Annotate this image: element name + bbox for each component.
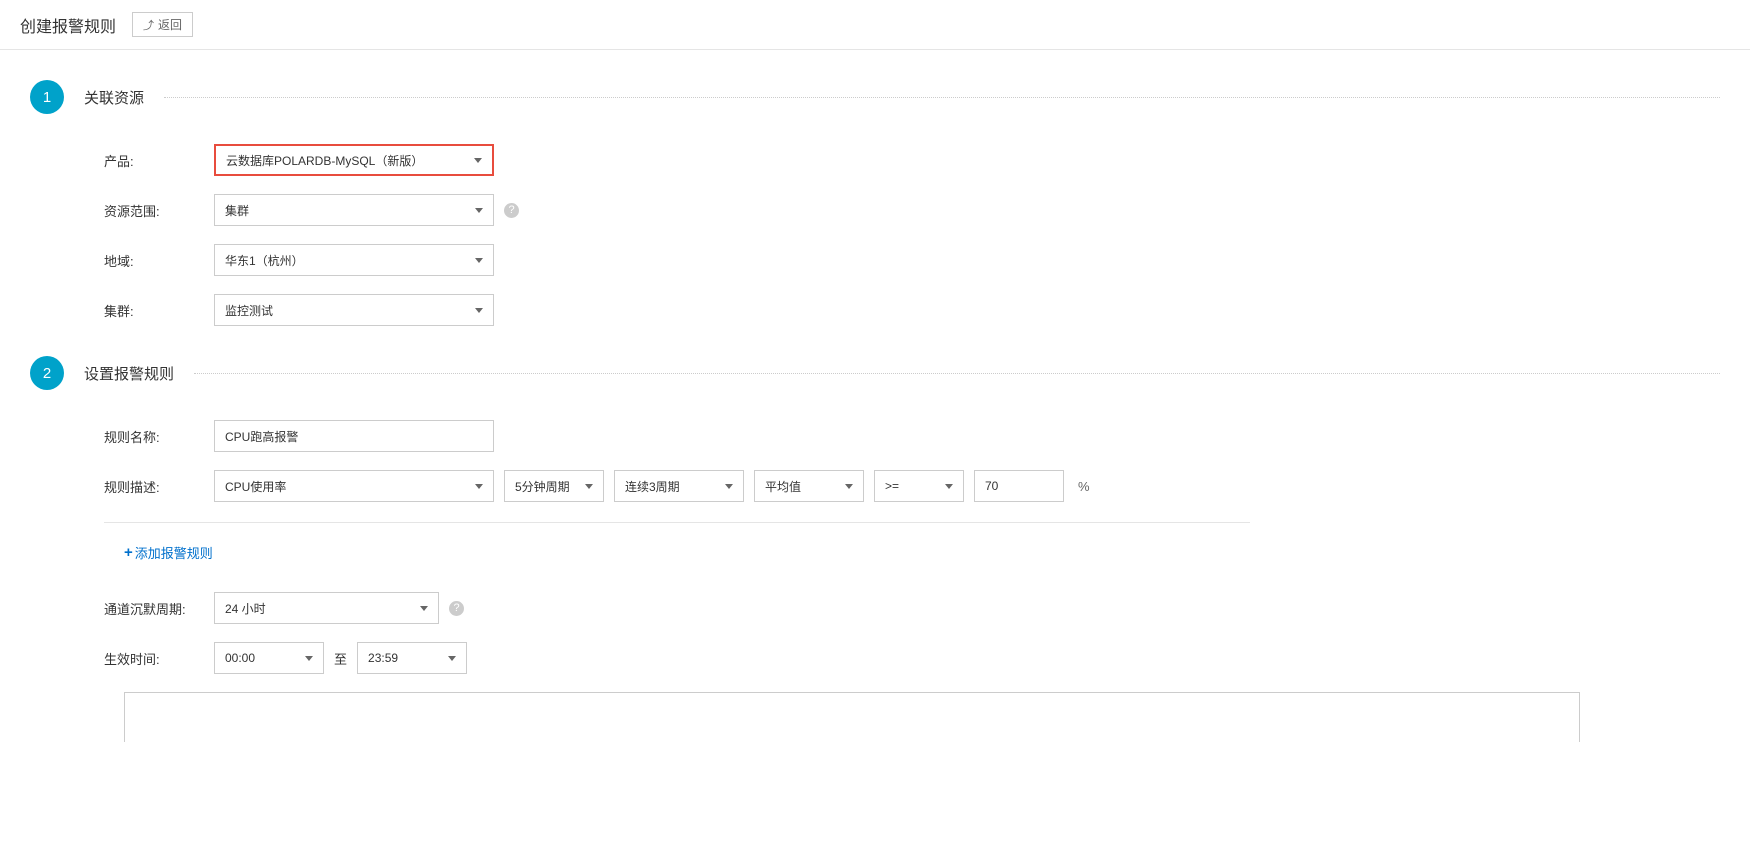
back-label: 返回 — [158, 16, 182, 33]
input-threshold[interactable] — [974, 470, 1064, 502]
chevron-down-icon — [725, 484, 733, 489]
back-arrow-icon: ⤴ — [143, 17, 154, 33]
select-stat[interactable]: 平均值 — [754, 470, 864, 502]
percent-label: % — [1078, 479, 1090, 494]
add-rule-label: 添加报警规则 — [135, 543, 213, 562]
select-operator[interactable]: >= — [874, 470, 964, 502]
chevron-down-icon — [305, 656, 313, 661]
chevron-down-icon — [475, 308, 483, 313]
select-stat-value: 平均值 — [765, 478, 801, 495]
add-rule-button[interactable]: + 添加报警规则 — [50, 543, 213, 562]
divider-line — [104, 522, 1250, 523]
page-title: 创建报警规则 — [20, 13, 116, 37]
select-region-value: 华东1（杭州） — [225, 252, 304, 269]
select-period[interactable]: 5分钟周期 — [504, 470, 604, 502]
label-rule-name: 规则名称: — [104, 427, 214, 446]
chevron-down-icon — [475, 484, 483, 489]
row-rule-desc: 规则描述: CPU使用率 5分钟周期 连续3周期 平均值 — [30, 470, 1720, 502]
divider-dotted — [164, 97, 1720, 98]
chevron-down-icon — [945, 484, 953, 489]
divider-dotted — [194, 373, 1720, 374]
chevron-down-icon — [475, 258, 483, 263]
select-time-end-value: 23:59 — [368, 651, 398, 665]
select-product-value: 云数据库POLARDB-MySQL（新版） — [226, 152, 423, 169]
content-area: 1 关联资源 产品: 云数据库POLARDB-MySQL（新版） 资源范围: 集… — [0, 50, 1750, 742]
select-scope[interactable]: 集群 — [214, 194, 494, 226]
label-silence: 通道沉默周期: — [104, 599, 214, 618]
section-header-1: 1 关联资源 — [30, 80, 1720, 114]
chevron-down-icon — [420, 606, 428, 611]
select-time-start[interactable]: 00:00 — [214, 642, 324, 674]
help-icon[interactable]: ? — [449, 601, 464, 616]
section-resource: 1 关联资源 产品: 云数据库POLARDB-MySQL（新版） 资源范围: 集… — [30, 80, 1720, 326]
step-badge-2: 2 — [30, 356, 64, 390]
row-scope: 资源范围: 集群 ? — [30, 194, 1720, 226]
select-time-start-value: 00:00 — [225, 651, 255, 665]
row-product: 产品: 云数据库POLARDB-MySQL（新版） — [30, 144, 1720, 176]
row-effective-time: 生效时间: 00:00 至 23:59 — [30, 642, 1720, 674]
label-cluster: 集群: — [104, 301, 214, 320]
row-rule-name: 规则名称: — [30, 420, 1720, 452]
select-scope-value: 集群 — [225, 202, 249, 219]
select-metric[interactable]: CPU使用率 — [214, 470, 494, 502]
select-region[interactable]: 华东1（杭州） — [214, 244, 494, 276]
label-effective-time: 生效时间: — [104, 649, 214, 668]
chevron-down-icon — [448, 656, 456, 661]
step-badge-1: 1 — [30, 80, 64, 114]
label-product: 产品: — [104, 151, 214, 170]
back-button[interactable]: ⤴ 返回 — [132, 12, 193, 37]
section-header-2: 2 设置报警规则 — [30, 356, 1720, 390]
input-rule-name[interactable] — [214, 420, 494, 452]
chevron-down-icon — [845, 484, 853, 489]
select-product[interactable]: 云数据库POLARDB-MySQL（新版） — [214, 144, 494, 176]
select-silence-value: 24 小时 — [225, 600, 266, 617]
section-title-2: 设置报警规则 — [84, 363, 174, 384]
row-silence: 通道沉默周期: 24 小时 ? — [30, 592, 1720, 624]
select-cluster-value: 监控测试 — [225, 302, 273, 319]
plus-icon: + — [124, 544, 133, 561]
label-scope: 资源范围: — [104, 201, 214, 220]
select-time-end[interactable]: 23:59 — [357, 642, 467, 674]
select-period-value: 5分钟周期 — [515, 478, 570, 495]
page-header: 创建报警规则 ⤴ 返回 — [0, 0, 1750, 50]
label-region: 地域: — [104, 251, 214, 270]
bottom-container — [124, 692, 1580, 742]
time-separator: 至 — [334, 649, 347, 668]
help-icon[interactable]: ? — [504, 203, 519, 218]
select-consecutive[interactable]: 连续3周期 — [614, 470, 744, 502]
chevron-down-icon — [474, 158, 482, 163]
section-title-1: 关联资源 — [84, 87, 144, 108]
select-metric-value: CPU使用率 — [225, 478, 286, 495]
chevron-down-icon — [475, 208, 483, 213]
chevron-down-icon — [585, 484, 593, 489]
row-region: 地域: 华东1（杭州） — [30, 244, 1720, 276]
select-silence[interactable]: 24 小时 — [214, 592, 439, 624]
section-alarm-rule: 2 设置报警规则 规则名称: 规则描述: CPU使用率 5分钟周期 连续3周期 — [30, 356, 1720, 742]
row-cluster: 集群: 监控测试 — [30, 294, 1720, 326]
label-rule-desc: 规则描述: — [104, 477, 214, 496]
select-consecutive-value: 连续3周期 — [625, 478, 680, 495]
select-cluster[interactable]: 监控测试 — [214, 294, 494, 326]
select-operator-value: >= — [885, 479, 899, 493]
